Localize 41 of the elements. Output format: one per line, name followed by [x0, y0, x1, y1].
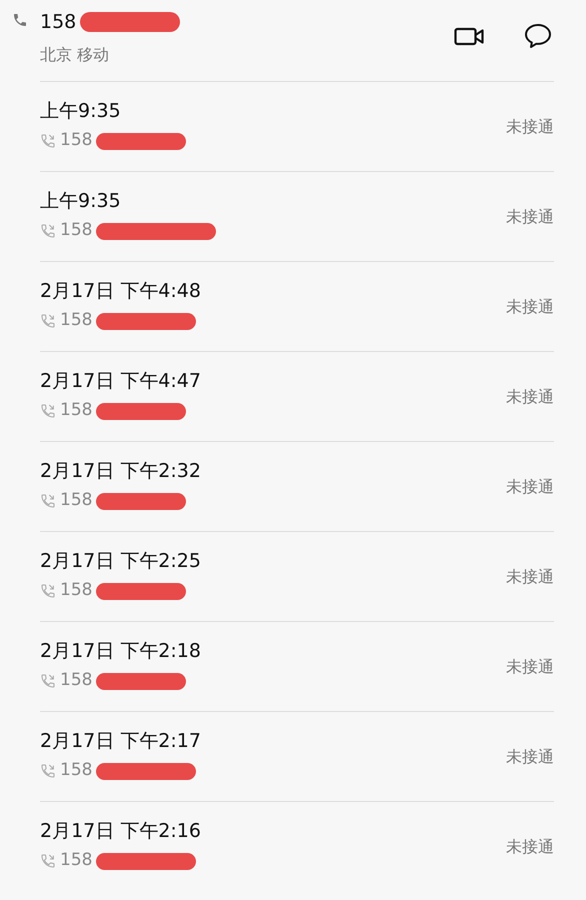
caller-number: 158 [60, 399, 92, 422]
missed-call-icon [40, 223, 56, 239]
call-time: 2月17日 下午4:47 [40, 369, 202, 394]
missed-call-icon [40, 493, 56, 509]
call-time: 2月17日 下午2:32 [40, 459, 202, 484]
caller-number: 158 [60, 759, 92, 782]
call-status: 未接通 [506, 296, 554, 318]
call-status: 未接通 [506, 746, 554, 768]
caller-number: 158 [60, 579, 92, 602]
call-time: 上午9:35 [40, 99, 122, 124]
call-status: 未接通 [506, 116, 554, 138]
missed-call-icon [40, 313, 56, 329]
phone-number: 158 [40, 10, 76, 35]
call-time: 2月17日 下午2:18 [40, 639, 202, 664]
call-status: 未接通 [506, 206, 554, 228]
caller-number: 158 [60, 129, 92, 152]
call-time: 2月17日 下午2:25 [40, 549, 202, 574]
missed-call-icon [40, 403, 56, 419]
caller-number: 158 [60, 219, 92, 242]
location-text: 北京 移动 [40, 44, 110, 66]
missed-call-icon [40, 853, 56, 869]
phone-icon [12, 12, 28, 28]
caller-number: 158 [60, 309, 92, 332]
message-icon[interactable] [524, 22, 552, 48]
missed-call-icon [40, 673, 56, 689]
caller-number: 158 [60, 489, 92, 512]
missed-call-icon [40, 583, 56, 599]
call-time: 2月17日 下午4:48 [40, 279, 202, 304]
video-call-icon[interactable] [454, 26, 484, 46]
call-status: 未接通 [506, 566, 554, 588]
call-status: 未接通 [506, 476, 554, 498]
call-status: 未接通 [506, 836, 554, 858]
missed-call-icon [40, 133, 56, 149]
call-time: 2月17日 下午2:16 [40, 819, 202, 844]
call-time: 2月17日 下午2:17 [40, 729, 202, 754]
caller-number: 158 [60, 669, 92, 692]
call-status: 未接通 [506, 656, 554, 678]
call-status: 未接通 [506, 386, 554, 408]
caller-number: 158 [60, 849, 92, 872]
call-time: 上午9:35 [40, 189, 122, 214]
missed-call-icon [40, 763, 56, 779]
